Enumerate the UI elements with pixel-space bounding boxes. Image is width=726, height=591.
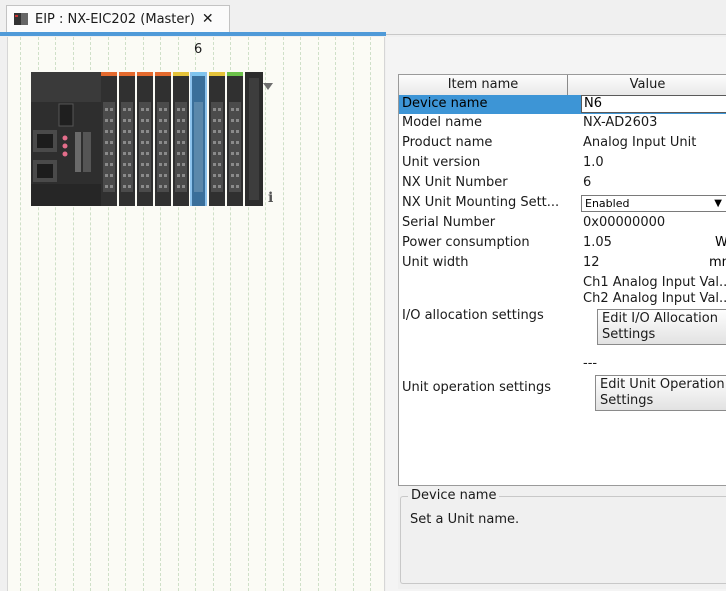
grid-line	[335, 37, 336, 591]
property-row-unit-width[interactable]: Unit width 12 mm	[399, 254, 726, 274]
property-row-device-name[interactable]: Device name N6	[399, 95, 726, 114]
unit-suffix: W	[715, 235, 726, 250]
io-unit-8[interactable]	[227, 72, 243, 206]
tab-divider	[386, 34, 726, 35]
property-row-product-name[interactable]: Product name Analog Input Unit	[399, 134, 726, 154]
edit-unit-operation-button[interactable]: Edit Unit Operation Settings	[595, 375, 726, 411]
unit-suffix: mm	[709, 255, 726, 270]
property-name: Power consumption	[402, 235, 530, 250]
controller-icon	[14, 13, 28, 25]
property-grid: Item name Value Device name N6 Model nam…	[398, 74, 726, 486]
property-value: 6	[583, 175, 592, 190]
io-unit-2[interactable]	[119, 72, 135, 206]
grid-line	[300, 37, 301, 591]
property-name: Unit operation settings	[402, 380, 551, 395]
property-name: Unit width	[402, 255, 469, 270]
property-row-serial-number[interactable]: Serial Number 0x00000000	[399, 214, 726, 234]
io-unit-1[interactable]	[101, 72, 117, 206]
property-value: NX-AD2603	[583, 115, 658, 130]
io-unit-6-selected[interactable]	[190, 72, 207, 206]
end-cover	[245, 72, 263, 206]
grid-line	[20, 37, 21, 591]
io-unit-7[interactable]	[209, 72, 225, 206]
property-value: 1.0	[583, 155, 604, 170]
dropdown-triangle-icon[interactable]	[263, 83, 273, 91]
column-header-item-name[interactable]: Item name	[399, 75, 567, 95]
property-name: NX Unit Number	[402, 175, 508, 190]
unit-operation-value: ---	[583, 356, 598, 371]
property-name: Unit version	[402, 155, 481, 170]
tab-eip-master[interactable]: EIP : NX-EIC202 (Master) ✕	[6, 5, 230, 32]
chevron-down-icon[interactable]: ▼	[714, 196, 722, 211]
close-icon[interactable]: ✕	[202, 11, 214, 27]
description-box	[400, 496, 726, 584]
io-unit-5[interactable]	[173, 72, 189, 206]
property-name: Device name	[402, 96, 488, 111]
description-text: Set a Unit name.	[410, 512, 520, 527]
tab-accent-line	[0, 32, 386, 36]
io-allocation-value: Ch1 Analog Input Val...	[583, 275, 726, 290]
property-name: Serial Number	[402, 215, 496, 230]
io-allocation-value: Ch2 Analog Input Val...	[583, 291, 726, 306]
property-value: 0x00000000	[583, 215, 666, 230]
property-row-nx-unit-number[interactable]: NX Unit Number 6	[399, 174, 726, 194]
io-unit-3[interactable]	[137, 72, 153, 206]
property-row-unit-operation[interactable]: Unit operation settings --- Edit Unit Op…	[399, 356, 726, 416]
property-name: I/O allocation settings	[402, 308, 544, 323]
property-value: Analog Input Unit	[583, 135, 697, 150]
grid-line	[370, 37, 371, 591]
mounting-setting-select[interactable]: Enabled ▼	[581, 195, 726, 212]
grid-line	[282, 37, 284, 591]
property-grid-header: Item name Value	[399, 75, 726, 96]
tab-bar: EIP : NX-EIC202 (Master) ✕	[0, 0, 726, 33]
tab-title: EIP : NX-EIC202 (Master)	[35, 11, 195, 27]
rack-view[interactable]: 6 i	[7, 37, 385, 591]
property-name: NX Unit Mounting Sett...	[402, 195, 560, 210]
info-icon[interactable]: i	[268, 190, 273, 206]
properties-panel: Item name Value Device name N6 Model nam…	[386, 37, 726, 591]
unit-rack	[31, 72, 263, 206]
property-row-model-name[interactable]: Model name NX-AD2603	[399, 114, 726, 134]
property-row-mounting-setting[interactable]: NX Unit Mounting Sett... Enabled ▼	[399, 194, 726, 214]
description-panel: Device name Set a Unit name.	[398, 486, 726, 589]
select-value: Enabled	[585, 197, 630, 210]
property-row-unit-version[interactable]: Unit version 1.0	[399, 154, 726, 174]
property-row-power-consumption[interactable]: Power consumption 1.05 W	[399, 234, 726, 254]
slot-number-label: 6	[194, 42, 203, 57]
property-row-io-allocation[interactable]: I/O allocation settings Ch1 Analog Input…	[399, 274, 726, 356]
coupler-unit[interactable]	[31, 72, 101, 206]
grid-line	[317, 37, 319, 591]
property-value: 1.05	[583, 235, 612, 250]
device-name-input[interactable]: N6	[581, 95, 726, 113]
grid-line	[352, 37, 354, 591]
edit-io-allocation-button[interactable]: Edit I/O Allocation Settings	[597, 309, 726, 345]
description-title: Device name	[408, 488, 500, 503]
property-name: Model name	[402, 115, 483, 130]
column-header-value[interactable]: Value	[568, 75, 726, 95]
io-unit-4[interactable]	[155, 72, 171, 206]
property-value: 12	[583, 255, 600, 270]
property-name: Product name	[402, 135, 493, 150]
